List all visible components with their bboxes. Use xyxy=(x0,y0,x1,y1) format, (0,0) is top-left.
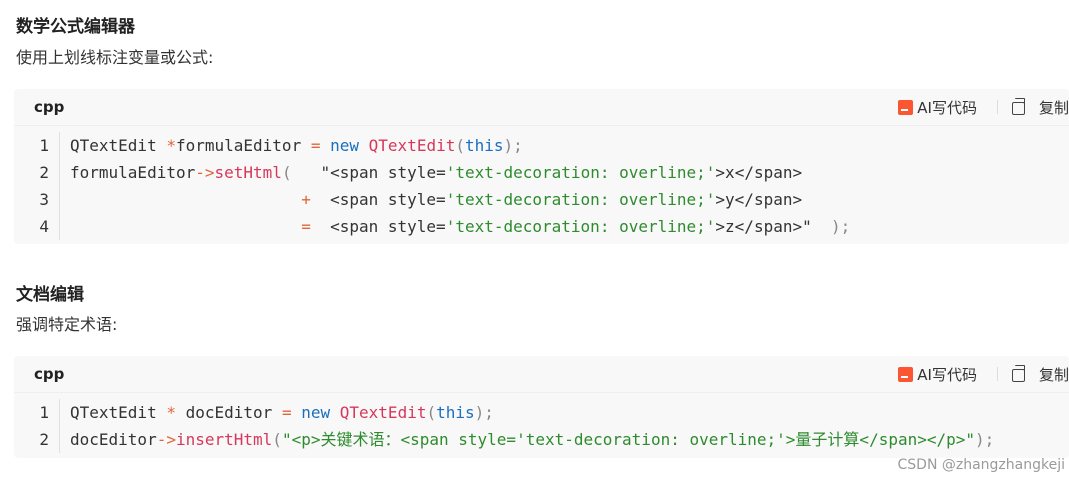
code-text: docEditor->insertHtml("<p>关键术语：<span sty… xyxy=(60,426,994,453)
code-line: 3 + <span style='text-decoration: overli… xyxy=(14,186,1069,213)
code-body[interactable]: 1 QTextEdit * docEditor = new QTextEdit(t… xyxy=(14,393,1069,461)
code-token: ); xyxy=(474,403,494,422)
code-token: ); xyxy=(975,430,995,449)
code-token: insertHtml xyxy=(175,430,273,449)
code-token: <span style= xyxy=(310,190,446,209)
code-token: * xyxy=(166,403,176,422)
section-title-formula: 数学公式编辑器 xyxy=(16,17,135,37)
ai-write-code-button[interactable]: AI写代码 xyxy=(898,97,977,118)
section-title-document: 文档编辑 xyxy=(16,285,84,305)
code-token: >x</span> xyxy=(715,163,803,182)
copy-code-button[interactable]: 复制 xyxy=(1011,97,1069,118)
code-token: this xyxy=(436,403,475,422)
ai-code-icon xyxy=(898,99,914,115)
code-token: + xyxy=(301,190,311,209)
line-number: 1 xyxy=(14,132,60,159)
code-block-formula: cpp AI写代码 复制 1 QTextEdit *formulaEditor =… xyxy=(14,89,1069,244)
code-token: -> xyxy=(156,430,176,449)
code-token: = xyxy=(281,403,292,422)
code-toolbar: AI写代码 复制 xyxy=(898,362,1069,386)
code-token: new xyxy=(301,403,331,422)
code-token: QTextEdit xyxy=(368,136,456,155)
section-desc-formula: 使用上划线标注变量或公式: xyxy=(16,48,214,67)
section-desc-document: 强调特定术语: xyxy=(16,315,118,334)
code-block-document: cpp AI写代码 复制 1 QTextEdit * docEditor = ne… xyxy=(14,356,1069,458)
code-token: docEditor xyxy=(175,403,282,422)
copy-code-button[interactable]: 复制 xyxy=(1011,364,1069,385)
code-language-label: cpp xyxy=(34,98,65,116)
code-line: 2 formulaEditor->setHtml( "<span style='t… xyxy=(14,159,1069,186)
code-text: formulaEditor->setHtml( "<span style='te… xyxy=(60,159,802,186)
copy-icon xyxy=(1011,97,1025,115)
code-language-label: cpp xyxy=(34,365,65,383)
line-number: 1 xyxy=(14,399,60,426)
code-token: setHtml xyxy=(214,163,282,182)
code-token: formulaEditor xyxy=(175,136,311,155)
code-token: >z</span>" xyxy=(715,217,831,236)
ai-write-code-button[interactable]: AI写代码 xyxy=(898,364,977,385)
copy-icon xyxy=(1011,364,1025,382)
code-token: new xyxy=(330,136,360,155)
code-text: QTextEdit * docEditor = new QTextEdit(th… xyxy=(60,399,494,426)
code-token: -> xyxy=(195,163,215,182)
code-token: QTextEdit xyxy=(339,403,427,422)
ai-write-code-label: AI写代码 xyxy=(917,98,977,117)
code-token: this xyxy=(465,136,504,155)
line-number: 2 xyxy=(14,426,60,453)
code-token: 'text-decoration: overline;' xyxy=(445,190,716,209)
toolbar-divider xyxy=(996,100,998,114)
code-line: 2 docEditor->insertHtml("<p>关键术语：<span st… xyxy=(14,426,1069,453)
line-number: 4 xyxy=(14,213,60,240)
code-token: 'text-decoration: overline;' xyxy=(445,163,716,182)
code-token: >y</span> xyxy=(715,190,803,209)
toolbar-divider xyxy=(996,367,998,381)
ai-write-code-label: AI写代码 xyxy=(917,365,977,384)
ai-code-icon xyxy=(898,366,914,382)
code-token: 'text-decoration: overline;' xyxy=(516,430,786,449)
code-block-header: cpp AI写代码 复制 xyxy=(14,356,1069,393)
code-token: * xyxy=(166,136,176,155)
code-line: 1 QTextEdit * docEditor = new QTextEdit(t… xyxy=(14,399,1069,426)
code-body[interactable]: 1 QTextEdit *formulaEditor = new QTextEdi… xyxy=(14,126,1069,248)
code-token: QTextEdit xyxy=(70,136,167,155)
code-token: docEditor xyxy=(70,430,157,449)
code-token: ( xyxy=(426,403,437,422)
code-token: ( xyxy=(281,163,292,182)
code-text: QTextEdit *formulaEditor = new QTextEdit… xyxy=(60,132,523,159)
line-number: 2 xyxy=(14,159,60,186)
code-line: 4 = <span style='text-decoration: overli… xyxy=(14,213,1069,240)
code-token: "<p>关键术语：<span style= xyxy=(281,430,517,449)
code-token: ); xyxy=(503,136,523,155)
line-number: 3 xyxy=(14,186,60,213)
code-token: 'text-decoration: overline;' xyxy=(445,217,716,236)
code-token: >量子计算</span></p>" xyxy=(785,430,976,449)
copy-label: 复制 xyxy=(1038,98,1069,117)
code-text: + <span style='text-decoration: overline… xyxy=(60,186,802,213)
code-toolbar: AI写代码 复制 xyxy=(898,95,1069,119)
code-line: 1 QTextEdit *formulaEditor = new QTextEdi… xyxy=(14,132,1069,159)
copy-label: 复制 xyxy=(1038,365,1069,384)
code-token: ( xyxy=(272,430,282,449)
code-token: <span style= xyxy=(310,217,446,236)
code-text: = <span style='text-decoration: overline… xyxy=(60,213,850,240)
code-token: = xyxy=(301,217,311,236)
code-token: ( xyxy=(455,136,465,155)
code-token: ); xyxy=(831,217,851,236)
code-block-header: cpp AI写代码 复制 xyxy=(14,89,1069,126)
code-token: QTextEdit xyxy=(70,403,167,422)
code-token: formulaEditor xyxy=(70,163,196,182)
csdn-watermark: CSDN @zhangzhangkeji xyxy=(897,457,1066,473)
code-token: "<span style= xyxy=(291,163,446,182)
